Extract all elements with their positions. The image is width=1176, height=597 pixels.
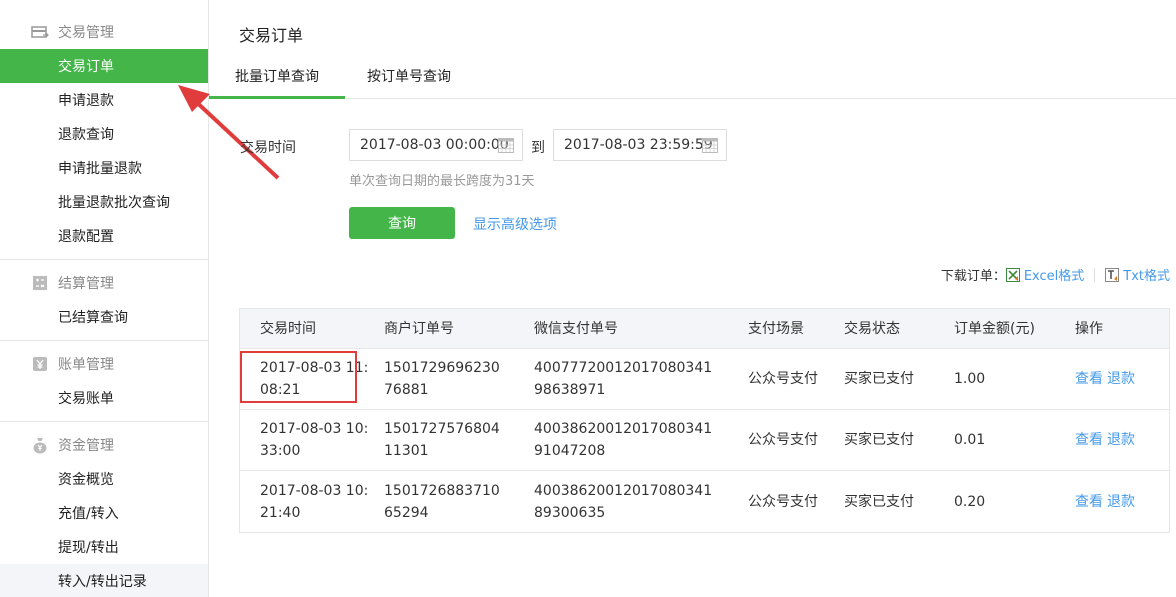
cell-status: 买家已支付	[844, 493, 914, 510]
section-bill: 账单管理	[0, 347, 208, 381]
calendar-icon[interactable]	[702, 138, 718, 153]
cell-scene: 公众号支付	[748, 432, 818, 448]
divider	[0, 259, 208, 260]
yuan-icon	[31, 355, 49, 373]
table-row: 2017-08-03 11:08:21 150172969623076881 4…	[240, 349, 1169, 410]
download-txt-link[interactable]: Txt格式	[1105, 265, 1170, 284]
start-date-value: 2017-08-03 00:00:00	[360, 137, 509, 153]
end-date-value: 2017-08-03 23:59:59	[564, 137, 713, 153]
date-range-hint: 单次查询日期的最长跨度为31天	[349, 174, 535, 189]
page-title: 交易订单	[239, 26, 304, 45]
cell-scene: 公众号支付	[748, 493, 818, 510]
cell-status: 买家已支付	[844, 371, 914, 387]
refund-link[interactable]: 退款	[1107, 368, 1135, 390]
sidebar-item-batch-refund-query[interactable]: 批量退款批次查询	[0, 185, 208, 219]
txt-icon	[1105, 267, 1120, 282]
to-label: 到	[531, 140, 545, 156]
col-header: 微信支付单号	[534, 320, 618, 337]
section-title: 交易管理	[58, 25, 114, 41]
sidebar-item-funds-overview[interactable]: 资金概览	[0, 462, 208, 496]
transaction-icon	[31, 23, 49, 41]
col-header: 交易时间	[260, 320, 316, 337]
refund-link[interactable]: 退款	[1107, 491, 1135, 513]
money-bag-icon	[31, 436, 49, 454]
cell-status: 买家已支付	[844, 432, 914, 448]
section-title: 资金管理	[58, 438, 114, 454]
cell-merchant-no: 150172757680411301	[384, 421, 500, 459]
cell-actions: 查看 退款	[1075, 349, 1165, 409]
sidebar-item-settled-query[interactable]: 已结算查询	[0, 300, 208, 334]
divider	[1094, 267, 1096, 282]
cell-amount: 0.01	[954, 432, 986, 448]
col-header: 支付场景	[748, 320, 804, 337]
view-link[interactable]: 查看	[1075, 368, 1103, 390]
view-link[interactable]: 查看	[1075, 491, 1103, 513]
section-title: 账单管理	[58, 357, 114, 373]
section-title: 结算管理	[58, 276, 114, 292]
download-label: 下载订单：	[940, 269, 1006, 284]
calculator-icon	[31, 274, 49, 292]
cell-time: 2017-08-03 11:08:21	[260, 360, 369, 398]
section-settlement: 结算管理	[0, 266, 208, 300]
excel-label: Excel格式	[1023, 269, 1085, 284]
sidebar-item-withdraw[interactable]: 提现/转出	[0, 530, 208, 564]
cell-merchant-no: 150172969623076881	[384, 360, 500, 398]
table-header: 交易时间 商户订单号 微信支付单号 支付场景 交易状态 订单金额(元) 操作	[240, 309, 1169, 349]
view-link[interactable]: 查看	[1075, 429, 1103, 451]
cell-actions: 查看 退款	[1075, 471, 1165, 532]
trade-time-label: 交易时间	[240, 140, 296, 156]
section-transaction: 交易管理	[0, 15, 208, 49]
divider	[0, 421, 208, 422]
advanced-options-link[interactable]: 显示高级选项	[473, 214, 557, 234]
col-header: 交易状态	[844, 320, 900, 337]
cell-wx-no: 4007772001201708034198638971	[534, 360, 713, 398]
main-content: 交易订单 批量订单查询 按订单号查询 交易时间 2017-08-03 00:00…	[209, 0, 1176, 597]
tab-batch-query[interactable]: 批量订单查询	[209, 58, 345, 99]
cell-scene: 公众号支付	[748, 371, 818, 387]
section-funds: 资金管理	[0, 428, 208, 462]
cell-amount: 1.00	[954, 371, 986, 387]
tab-order-no-query[interactable]: 按订单号查询	[367, 58, 451, 99]
cell-time: 2017-08-03 10:21:40	[260, 482, 369, 521]
col-header: 订单金额(元)	[954, 320, 1035, 337]
download-excel-link[interactable]: Excel格式	[1005, 265, 1085, 284]
orders-table: 交易时间 商户订单号 微信支付单号 支付场景 交易状态 订单金额(元) 操作 2…	[239, 308, 1170, 533]
calendar-icon[interactable]	[498, 138, 514, 153]
cell-wx-no: 4003862001201708034189300635	[534, 482, 713, 521]
col-header: 商户订单号	[384, 320, 454, 337]
tab-bar: 批量订单查询 按订单号查询	[209, 58, 1176, 99]
cell-time: 2017-08-03 10:33:00	[260, 421, 369, 459]
excel-icon	[1005, 267, 1020, 282]
table-row: 2017-08-03 10:33:00 150172757680411301 4…	[240, 410, 1169, 471]
sidebar-item-recharge[interactable]: 充值/转入	[0, 496, 208, 530]
cell-amount: 0.20	[954, 493, 986, 510]
table-row: 2017-08-03 10:21:40 150172688371065294 4…	[240, 471, 1169, 532]
end-date-input[interactable]: 2017-08-03 23:59:59	[553, 129, 727, 161]
cell-actions: 查看 退款	[1075, 410, 1165, 470]
sidebar-item-trade-bill[interactable]: 交易账单	[0, 381, 208, 415]
refund-link[interactable]: 退款	[1107, 429, 1135, 451]
start-date-input[interactable]: 2017-08-03 00:00:00	[349, 129, 523, 161]
divider	[0, 340, 208, 341]
col-header: 操作	[1075, 320, 1103, 337]
download-bar: 下载订单： Excel格式 Txt格式	[941, 265, 1170, 284]
query-button[interactable]: 查询	[349, 207, 455, 239]
cell-merchant-no: 150172688371065294	[384, 482, 500, 521]
sidebar-item-transfer-records[interactable]: 转入/转出记录	[0, 564, 208, 597]
txt-label: Txt格式	[1123, 269, 1170, 284]
sidebar-item-refund-config[interactable]: 退款配置	[0, 219, 208, 253]
cell-wx-no: 4003862001201708034191047208	[534, 421, 713, 459]
